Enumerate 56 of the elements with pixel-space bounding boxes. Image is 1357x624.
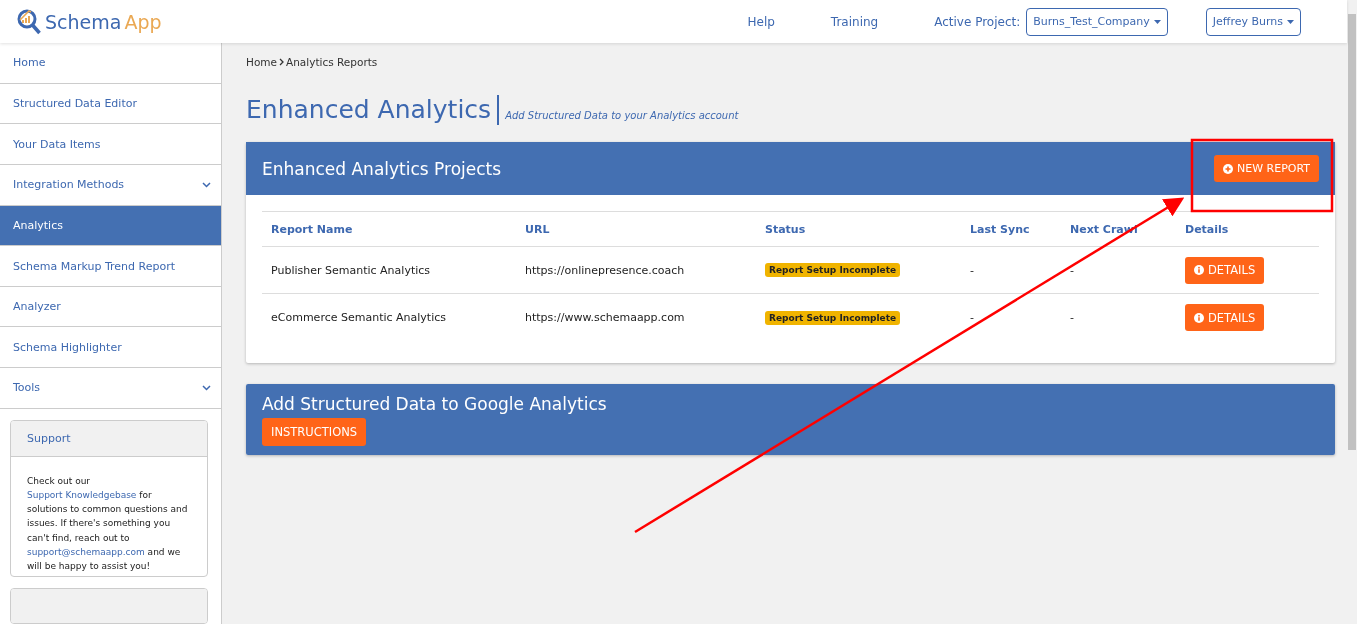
table-cell-text: Publisher Semantic Analytics <box>271 263 432 277</box>
sidebar-item-label: Your Data Items <box>13 137 101 151</box>
new-report-button[interactable]: NEW REPORT <box>1214 155 1319 182</box>
chevron-down-icon <box>202 384 211 391</box>
column-header: Report Name <box>271 222 354 236</box>
panel-title: Add Structured Data to Google Analytics <box>262 394 607 414</box>
column-header: Status <box>765 222 807 236</box>
column-header: Last Sync <box>970 222 1031 236</box>
breadcrumb-current: Analytics Reports <box>286 56 378 68</box>
breadcrumb-link[interactable]: Home <box>246 56 277 68</box>
support-link[interactable]: support@schemaapp.com <box>27 546 145 557</box>
column-header: Details <box>1185 222 1230 236</box>
scrollbar-thumb[interactable] <box>1348 14 1356 450</box>
sidebar-item-label: Tools <box>13 381 41 395</box>
table-cell-text: - <box>1070 263 1075 277</box>
caret-icon <box>1287 19 1294 24</box>
sidebar-item-label: Structured Data Editor <box>13 96 137 110</box>
user-dropdown[interactable]: Jeffrey Burns <box>1205 7 1301 36</box>
instructions-button[interactable]: INSTRUCTIONS <box>262 418 367 446</box>
chevron-down-icon <box>202 181 211 188</box>
chevron-right-icon <box>279 58 284 66</box>
status-badge: Report Setup Incomplete <box>765 263 901 277</box>
project-dropdown[interactable]: Burns_Test_Company <box>1026 7 1168 36</box>
sidebar-item[interactable]: Analytics <box>0 205 221 247</box>
info-icon <box>1194 312 1204 323</box>
table-cell-text: - <box>1070 311 1075 324</box>
sidebar-item-label: Integration Methods <box>13 178 125 192</box>
sidebar-item-label: Home <box>13 56 46 70</box>
sidebar-item-label: Schema Markup Trend Report <box>13 259 176 273</box>
table-cell-text: https://www.schemaapp.com <box>525 311 686 324</box>
project-label: Active Project: <box>934 14 1021 29</box>
page-subtitle: Add Structured Data to your Analytics account <box>505 110 739 121</box>
sidebar-item-label: Analytics <box>13 218 63 232</box>
column-header: URL <box>525 222 551 236</box>
magnifier-chart-logo-icon <box>16 7 42 36</box>
sidebar-item-label: Schema Highlighter <box>13 340 122 354</box>
details-button[interactable]: DETAILS <box>1185 304 1265 331</box>
table-cell-text: - <box>970 311 975 324</box>
nav-link[interactable]: Help <box>747 14 775 29</box>
caret-icon <box>1153 19 1161 24</box>
status-badge: Report Setup Incomplete <box>765 310 901 325</box>
page-title: Enhanced Analytics <box>246 95 500 125</box>
support-title: Support <box>11 420 207 457</box>
logo-text: App <box>124 10 162 33</box>
support-link[interactable]: Support Knowledgebase <box>27 489 137 500</box>
support-text: Check out our Support Knowledgebase for solutions to common questions and issues. If there's something you can't find, reach out to support@schemaapp.com and we will be happy to assist you! <box>26 474 189 573</box>
nav-link[interactable]: Training <box>830 14 879 29</box>
table-cell-text: eCommerce Semantic Analytics <box>271 311 447 324</box>
plus-circle-icon <box>1223 163 1233 174</box>
table-cell-text: https://onlinepresence.coach <box>525 263 686 277</box>
details-button[interactable]: DETAILS <box>1185 256 1265 284</box>
logo-text: Schema <box>45 10 122 33</box>
sidebar-item-label: Analyzer <box>13 300 61 314</box>
table-cell-text: - <box>970 263 975 277</box>
info-icon <box>1194 265 1204 275</box>
panel-title: Enhanced Analytics Projects <box>262 158 502 179</box>
